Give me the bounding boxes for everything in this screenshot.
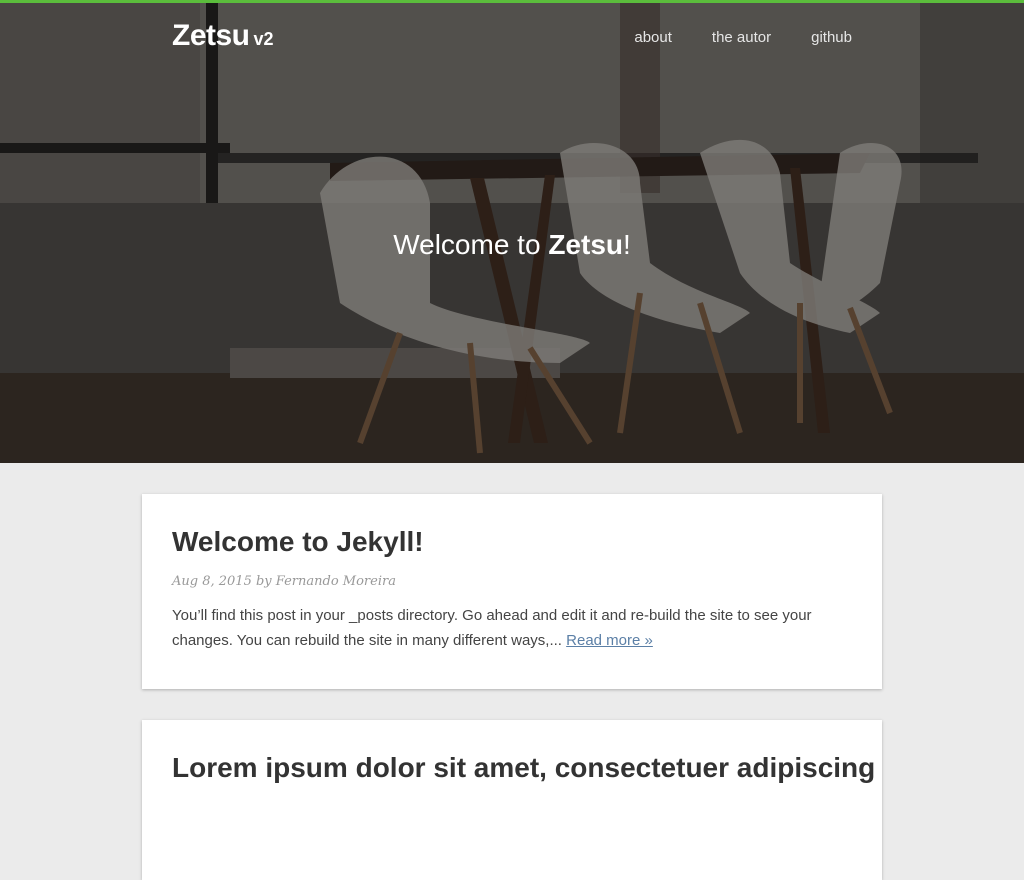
post-title-link[interactable]: Lorem ipsum dolor sit amet, consectetuer…	[172, 750, 875, 786]
post-card: Welcome to Jekyll! Aug 8, 2015 by Fernan…	[142, 494, 882, 689]
main-nav: about the autor github	[594, 29, 852, 46]
hero-title-prefix: Welcome to	[393, 229, 549, 260]
site-brand-link[interactable]: Zetsu v2	[172, 19, 274, 53]
post-meta: Aug 8, 2015 by Fernando Moreira	[172, 574, 852, 589]
post-by: by	[255, 574, 272, 589]
post-excerpt-text: You’ll find this post in your _posts dir…	[172, 607, 812, 649]
post-excerpt: You’ll find this post in your _posts dir…	[172, 603, 852, 653]
nav-link-the-autor[interactable]: the autor	[712, 29, 771, 46]
brand-name: Zetsu	[172, 19, 250, 52]
post-card: Lorem ipsum dolor sit amet, consectetuer…	[142, 720, 882, 880]
post-author: Fernando Moreira	[275, 574, 396, 589]
post-date: Aug 8, 2015	[172, 574, 252, 589]
nav-link-github[interactable]: github	[811, 29, 852, 46]
hero-title-suffix: !	[623, 229, 631, 260]
hero-title: Welcome to Zetsu!	[0, 229, 1024, 261]
nav-link-about[interactable]: about	[634, 29, 672, 46]
hero-title-brand: Zetsu	[548, 229, 623, 260]
read-more-link[interactable]: Read more »	[566, 632, 653, 649]
post-title-link[interactable]: Welcome to Jekyll!	[172, 524, 852, 560]
hero-banner: Zetsu v2 about the autor github Welcome t…	[0, 3, 1024, 463]
brand-version: v2	[253, 29, 274, 49]
